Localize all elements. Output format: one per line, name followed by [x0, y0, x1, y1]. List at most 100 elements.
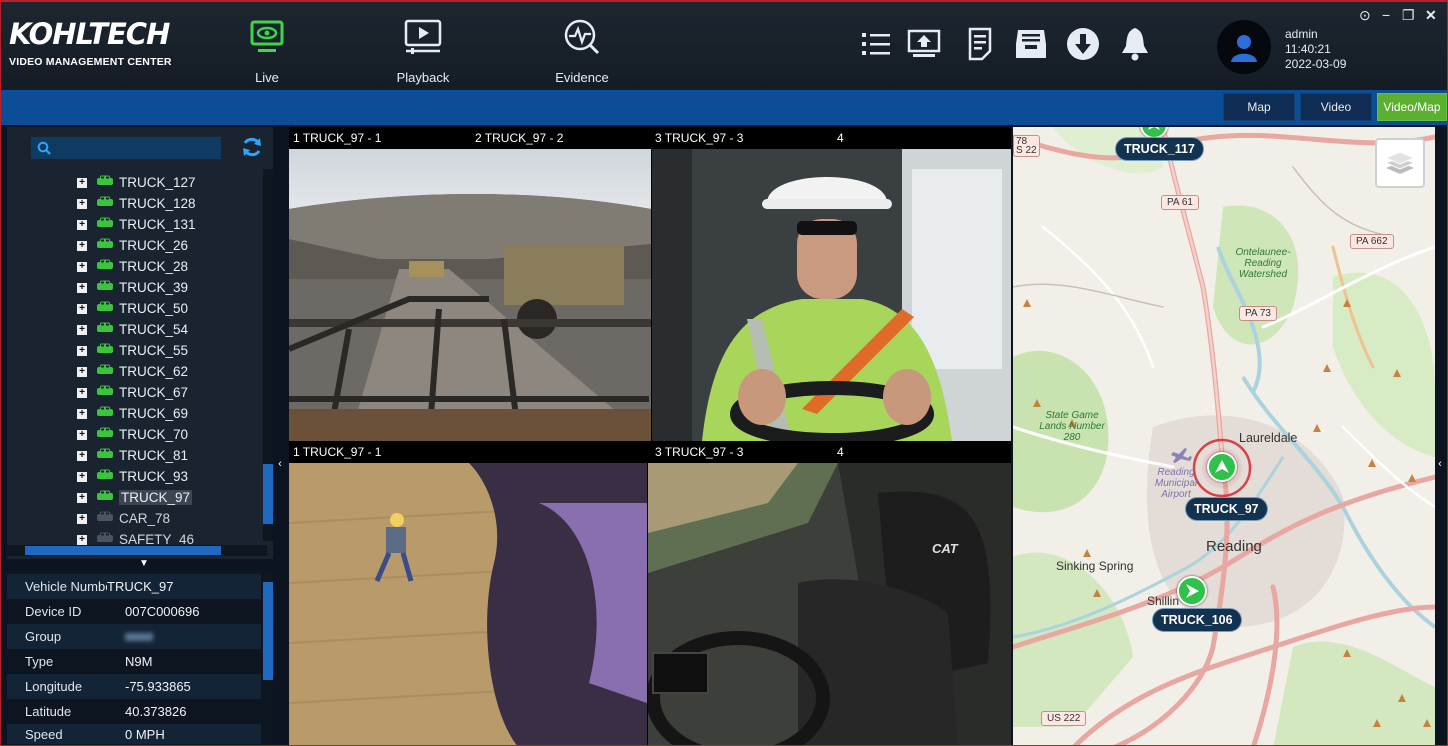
tree-item[interactable]: + CAR_78 — [77, 508, 196, 529]
expand-icon[interactable]: + — [77, 450, 87, 461]
video-title-2: 2 TRUCK_97 - 2 — [475, 128, 564, 150]
video-map-view-button[interactable]: Video/Map — [1377, 93, 1447, 121]
expand-icon[interactable]: + — [77, 534, 87, 545]
tree-item[interactable]: + TRUCK_50 — [77, 298, 196, 319]
map-layers-button[interactable] — [1375, 138, 1425, 188]
bell-icon[interactable] — [1117, 24, 1153, 64]
expand-icon[interactable]: + — [77, 387, 87, 398]
expand-icon[interactable]: + — [77, 177, 87, 188]
vehicle-icon — [96, 259, 114, 274]
info-key: Latitude — [25, 704, 72, 719]
direction-arrow-icon — [1215, 460, 1229, 473]
vehicle-info-panel: Vehicle Numbe TRUCK_97 Device ID 007C000… — [7, 570, 273, 745]
mode-playback[interactable]: Playback — [378, 16, 468, 85]
expand-icon[interactable]: + — [77, 492, 87, 503]
redacted-value — [125, 632, 153, 641]
video-feed-3[interactable] — [289, 463, 647, 745]
refresh-icon[interactable] — [241, 136, 263, 163]
tree-item[interactable]: + TRUCK_81 — [77, 445, 196, 466]
truck-117-tag[interactable]: TRUCK_117 — [1115, 137, 1204, 161]
expand-icon[interactable]: + — [77, 429, 87, 440]
avatar[interactable] — [1217, 20, 1271, 74]
download-icon[interactable] — [1065, 24, 1101, 64]
video-feed-4[interactable]: CAT — [648, 463, 1011, 745]
truck-97-marker[interactable] — [1207, 452, 1237, 482]
search-input[interactable] — [55, 141, 215, 155]
truck-106-tag[interactable]: TRUCK_106 — [1152, 608, 1242, 632]
info-key: Group — [25, 629, 62, 644]
expand-icon[interactable]: + — [77, 198, 87, 209]
vehicle-icon — [96, 448, 114, 463]
tree-item[interactable]: + TRUCK_128 — [77, 193, 196, 214]
expand-icon[interactable]: + — [77, 240, 87, 251]
tree-item[interactable]: + TRUCK_97 — [77, 487, 196, 508]
close-icon[interactable]: ✕ — [1425, 8, 1437, 22]
mode-live[interactable]: Live — [222, 16, 312, 85]
info-key: Device ID — [25, 604, 82, 619]
tree-item-label: TRUCK_128 — [119, 196, 196, 211]
tree-item-label: CAR_78 — [119, 511, 171, 526]
mode-evidence[interactable]: Evidence — [537, 16, 627, 85]
header: KOHLTECH VIDEO MANAGEMENT CENTER Live Pl… — [1, 2, 1447, 90]
expand-icon[interactable]: + — [77, 345, 87, 356]
panel-split-chevron-icon[interactable]: ▼ — [139, 558, 149, 569]
info-row-latitude: Latitude 40.373826 — [7, 699, 261, 724]
expand-icon[interactable]: + — [77, 303, 87, 314]
truck-106-marker[interactable] — [1177, 576, 1207, 606]
upload-icon[interactable] — [906, 24, 942, 64]
settings-icon[interactable]: ⊙ — [1359, 8, 1371, 22]
video-view-button[interactable]: Video — [1300, 93, 1372, 121]
info-value: 007C000696 — [125, 604, 200, 619]
expand-icon[interactable]: + — [77, 408, 87, 419]
user-time: 11:40:21 — [1285, 42, 1331, 56]
tree-item[interactable]: + TRUCK_55 — [77, 340, 196, 361]
expand-icon[interactable]: + — [77, 366, 87, 377]
tree-item[interactable]: + TRUCK_67 — [77, 382, 196, 403]
view-bar: Map Video Video/Map — [1, 90, 1447, 125]
document-icon[interactable] — [962, 24, 998, 64]
tree-item[interactable]: + TRUCK_28 — [77, 256, 196, 277]
tree-item[interactable]: + TRUCK_54 — [77, 319, 196, 340]
expand-icon[interactable]: + — [77, 282, 87, 293]
minimize-icon[interactable]: − — [1382, 8, 1390, 22]
expand-icon[interactable]: + — [77, 513, 87, 524]
tree-vertical-scrollbar[interactable] — [263, 169, 273, 541]
tree-item[interactable]: + TRUCK_39 — [77, 277, 196, 298]
brand-subtitle: VIDEO MANAGEMENT CENTER — [9, 56, 172, 68]
tree-item-label: TRUCK_62 — [119, 364, 189, 379]
collapse-left-panel-icon[interactable]: ‹ — [275, 457, 285, 471]
video-title-1: 1 TRUCK_97 - 1 — [293, 128, 382, 150]
expand-icon[interactable]: + — [77, 261, 87, 272]
video-feed-1[interactable] — [289, 149, 651, 441]
tree-item[interactable]: + TRUCK_69 — [77, 403, 196, 424]
map-view[interactable]: 78 S 22 PA 61 PA 662 PA 73 US 222 Ontelau… — [1013, 127, 1435, 745]
info-row-type: Type N9M — [7, 649, 261, 674]
mode-live-label: Live — [255, 70, 279, 85]
info-key: Vehicle Numbe — [25, 579, 107, 594]
tree-item[interactable]: + TRUCK_93 — [77, 466, 196, 487]
vehicle-icon — [96, 385, 114, 400]
truck-97-tag[interactable]: TRUCK_97 — [1185, 497, 1268, 521]
collapse-right-panel-icon[interactable]: ‹ — [1435, 457, 1445, 471]
info-row-device-id: Device ID 007C000696 — [7, 599, 261, 624]
tree-item[interactable]: + TRUCK_26 — [77, 235, 196, 256]
list-icon[interactable] — [858, 24, 894, 64]
inbox-icon[interactable] — [1013, 24, 1049, 64]
map-view-button[interactable]: Map — [1223, 93, 1295, 121]
search-box[interactable] — [31, 137, 221, 159]
tree-item[interactable]: + TRUCK_70 — [77, 424, 196, 445]
restore-icon[interactable]: ❐ — [1402, 8, 1415, 22]
tree-item-label: TRUCK_69 — [119, 406, 189, 421]
tree-horizontal-scrollbar[interactable] — [7, 545, 267, 556]
expand-icon[interactable]: + — [77, 219, 87, 230]
vehicle-icon — [96, 280, 114, 295]
info-vertical-scrollbar[interactable] — [263, 574, 273, 744]
device-tree-panel: + TRUCK_127 + TRUCK_128 + TRUCK_131 + TRUCK_26 +… — [7, 127, 273, 559]
tree-item[interactable]: + TRUCK_127 — [77, 172, 196, 193]
layers-icon — [1385, 151, 1415, 174]
tree-item[interactable]: + TRUCK_62 — [77, 361, 196, 382]
expand-icon[interactable]: + — [77, 471, 87, 482]
video-feed-2[interactable] — [652, 149, 1011, 441]
expand-icon[interactable]: + — [77, 324, 87, 335]
tree-item[interactable]: + TRUCK_131 — [77, 214, 196, 235]
